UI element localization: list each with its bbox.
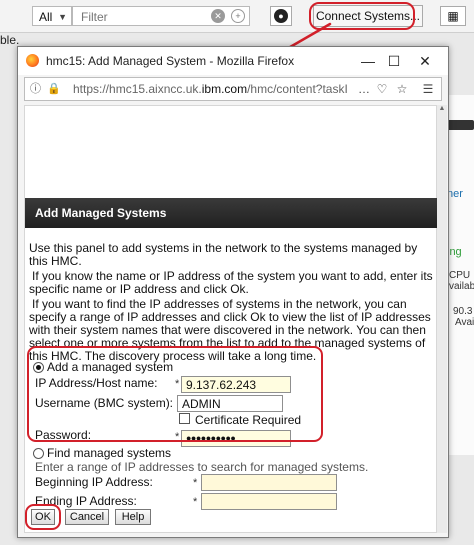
required-marker: * xyxy=(193,496,198,508)
scroll-up-icon[interactable]: ▲ xyxy=(437,105,447,115)
menu-icon[interactable]: ☰ xyxy=(419,81,437,97)
begin-ip-label: Beginning IP Address: xyxy=(35,475,153,489)
grid-view-button[interactable]: ▦ xyxy=(440,6,466,26)
url-domain: ibm.com xyxy=(201,82,248,96)
required-marker: * xyxy=(193,477,198,489)
info-icon[interactable]: ⓘ xyxy=(30,82,41,96)
background-fragment-2: ing xyxy=(447,246,462,258)
find-systems-hint: Enter a range of IP addresses to search … xyxy=(35,460,369,474)
filter-type-select[interactable]: All ▼ xyxy=(32,6,72,26)
filter-type-value: All xyxy=(39,10,53,24)
url-prefix: https://hmc15.aixncc.uk. xyxy=(73,82,202,96)
lock-icon[interactable]: 🔒 xyxy=(47,82,61,96)
minimize-icon[interactable]: — xyxy=(356,51,380,71)
panel-title: Add Managed Systems xyxy=(35,206,167,220)
overflow-icon[interactable]: … xyxy=(355,81,373,97)
window-titlebar: hmc15: Add Managed System - Mozilla Fire… xyxy=(18,47,448,75)
background-fragment-3: CPU xyxy=(449,270,471,281)
background-server-image xyxy=(445,120,474,130)
filter-field[interactable]: ✕ + xyxy=(72,6,250,26)
window-title: hmc15: Add Managed System - Mozilla Fire… xyxy=(46,54,295,68)
firefox-window: hmc15: Add Managed System - Mozilla Fire… xyxy=(17,46,449,538)
end-ip-input[interactable] xyxy=(201,493,337,510)
close-icon[interactable]: ✕ xyxy=(413,51,437,71)
background-fragment-5: 90.3 xyxy=(453,306,473,317)
background-fragment-6: Avai xyxy=(455,317,474,328)
background-fragment-1: ner xyxy=(447,188,463,200)
filter-input[interactable] xyxy=(79,8,207,26)
ok-highlight xyxy=(25,504,61,530)
add-system-highlight xyxy=(27,346,323,442)
clear-icon[interactable]: ✕ xyxy=(211,9,225,23)
help-button[interactable]: Help xyxy=(115,509,151,525)
panel-description-1: Use this panel to add systems in the net… xyxy=(29,241,418,268)
firefox-logo-icon xyxy=(26,54,39,67)
maximize-icon[interactable]: ☐ xyxy=(382,51,406,71)
background-text-fragment: ble. xyxy=(0,33,20,47)
url-text[interactable]: https://hmc15.aixncc.uk.ibm.com/hmc/cont… xyxy=(73,82,353,96)
find-systems-label: Find managed systems xyxy=(47,446,172,460)
url-suffix: /hmc/content?taskI xyxy=(247,82,348,96)
pocket-icon[interactable]: ♡ xyxy=(373,81,391,97)
find-systems-radio[interactable] xyxy=(33,448,44,459)
background-fragment-4: vailab xyxy=(449,281,474,292)
address-bar[interactable]: ⓘ 🔒 https://hmc15.aixncc.uk.ibm.com/hmc/… xyxy=(24,77,442,101)
grid-icon: ▦ xyxy=(447,9,459,23)
chevron-down-icon: ▼ xyxy=(58,12,67,22)
panel-description-2: If you know the name or IP address of th… xyxy=(29,269,433,296)
panel-header: Add Managed Systems xyxy=(25,198,438,228)
begin-ip-input[interactable] xyxy=(201,474,337,491)
scrollbar[interactable]: ▲ xyxy=(437,105,447,533)
star-icon[interactable]: ☆ xyxy=(393,81,411,97)
page-content: Add Managed Systems Use this panel to ad… xyxy=(24,105,438,533)
add-filter-icon[interactable]: + xyxy=(231,9,245,23)
cancel-button[interactable]: Cancel xyxy=(65,509,109,525)
